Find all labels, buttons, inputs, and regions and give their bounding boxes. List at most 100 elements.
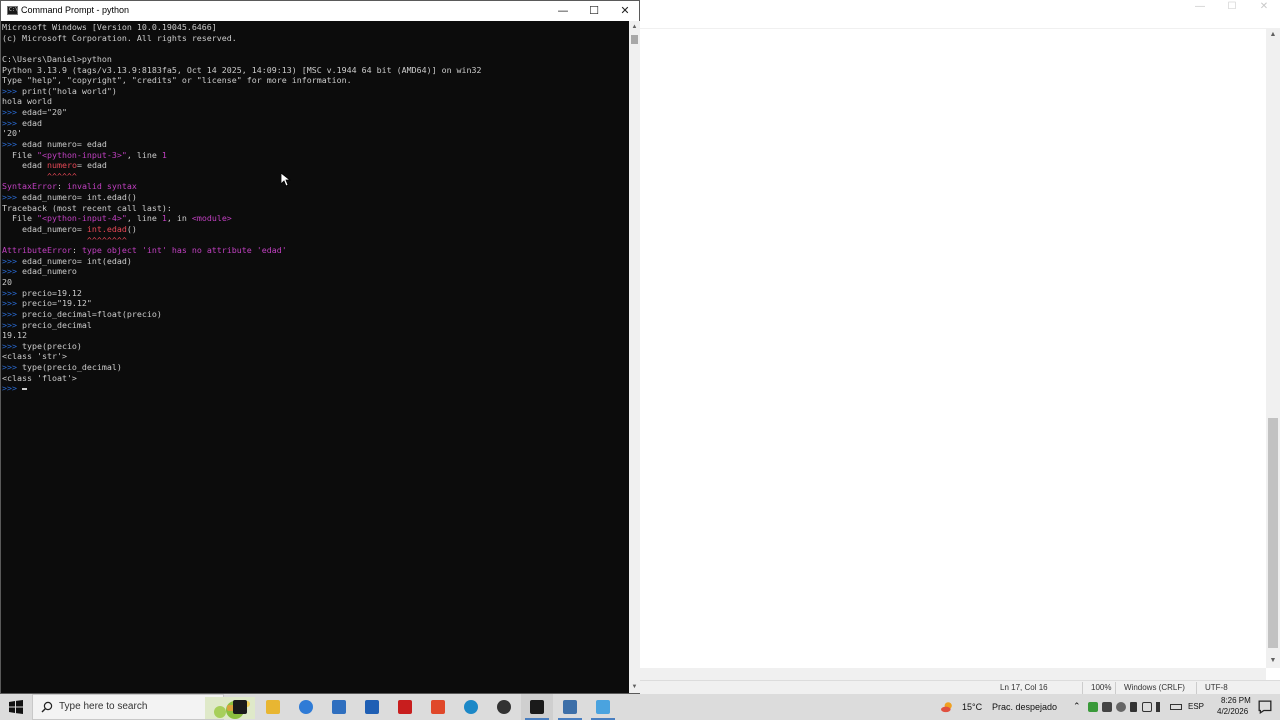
weather-temperature[interactable]: 15°C [962, 702, 982, 712]
line-ending: Windows (CRLF) [1124, 683, 1185, 692]
console-text: "<python-input-4>" [36, 213, 127, 224]
notepad-maximize-button[interactable]: ☐ [1216, 0, 1248, 16]
outlook-icon [365, 700, 379, 714]
cursor-position: Ln 17, Col 16 [1000, 683, 1048, 692]
notepad-text-area[interactable] [640, 30, 1270, 668]
console-input-line[interactable]: >>> [2, 383, 482, 394]
console-lines: Microsoft Windows [Version 10.0.19045.64… [2, 22, 482, 394]
console-output[interactable]: Microsoft Windows [Version 10.0.19045.64… [1, 21, 629, 693]
prompt-marker: >>> [2, 308, 22, 319]
console-text: File [2, 213, 37, 224]
scroll-up-arrow-icon[interactable]: ▲ [629, 21, 640, 33]
console-text: edad_numero= [2, 223, 87, 234]
console-text: (c) Microsoft Corporation. All rights re… [2, 32, 237, 43]
tray-app-icon[interactable] [1088, 702, 1098, 712]
console-text: Python 3.13.9 (tags/v3.13.9:8183fa5, Oct… [2, 64, 482, 75]
maximize-button[interactable]: ☐ [578, 1, 610, 21]
taskbar-app-button[interactable] [488, 694, 520, 720]
console-line: >>> edad numero= edad [2, 139, 482, 150]
console-line: >>> edad [2, 118, 482, 129]
command-prompt-window[interactable]: C:\ Command Prompt - python — ☐ ✕ Micros… [0, 0, 640, 694]
console-text: invalid syntax [66, 181, 137, 192]
console-text: 19.12 [2, 330, 27, 341]
brave-icon [431, 700, 445, 714]
taskbar-app-button[interactable] [554, 694, 586, 720]
show-hidden-icons-chevron-icon[interactable]: ⌃ [1073, 701, 1081, 712]
network-icon[interactable] [1142, 702, 1152, 712]
tray-app-icon[interactable] [1102, 702, 1112, 712]
clock-time[interactable]: 8:26 PM [1221, 696, 1251, 705]
console-line: Microsoft Windows [Version 10.0.19045.64… [2, 22, 482, 33]
scroll-down-arrow-icon[interactable]: ▼ [629, 681, 640, 693]
volume-icon[interactable] [1156, 702, 1166, 712]
taskbar-app-button[interactable] [224, 694, 256, 720]
battery-icon[interactable] [1170, 704, 1182, 710]
prompt-marker: >>> [2, 85, 22, 96]
scroll-up-arrow-icon[interactable]: ▲ [1266, 28, 1280, 42]
taskbar-app-button[interactable] [290, 694, 322, 720]
language-indicator[interactable]: ESP [1188, 702, 1204, 711]
console-scroll-thumb[interactable] [631, 35, 638, 44]
console-line: >>> precio="19.12" [2, 298, 482, 309]
desktop: — ☐ ✕ ▲ ▼ Ln 17, Col 16 100% Windows (CR… [0, 0, 1280, 720]
prompt-marker: >>> [2, 340, 22, 351]
microphone-icon[interactable] [1130, 702, 1137, 712]
scroll-down-arrow-icon[interactable]: ▼ [1266, 654, 1280, 668]
system-tray: 15°C Prac. despejado ⌃ ESP 8:26 PM 4/2/2… [940, 694, 1280, 720]
notepad-icon [596, 700, 610, 714]
console-text: AttributeError [2, 245, 72, 256]
console-text: edad [21, 117, 42, 128]
prompt-marker: >>> [2, 383, 22, 394]
taskbar-app-button[interactable] [521, 694, 553, 720]
command-prompt-icon: C:\ [7, 6, 19, 15]
console-text: edad_numero [21, 266, 77, 277]
prompt-marker: >>> [2, 255, 22, 266]
taskbar-app-button[interactable] [389, 694, 421, 720]
taskbar-app-button[interactable] [356, 694, 388, 720]
console-line: Python 3.13.9 (tags/v3.13.9:8183fa5, Oct… [2, 65, 482, 76]
notepad-title-buttons: — ☐ ✕ [1184, 0, 1280, 16]
notepad-horizontal-scrollbar[interactable] [638, 668, 1266, 680]
close-button[interactable]: ✕ [609, 1, 641, 21]
notepad-close-button[interactable]: ✕ [1248, 0, 1280, 16]
weather-description[interactable]: Prac. despejado [992, 702, 1057, 712]
minimize-button[interactable]: — [547, 1, 579, 21]
start-button[interactable] [0, 694, 32, 720]
console-text: ^^^^^^ [2, 170, 77, 181]
terminal-icon [530, 700, 544, 714]
console-line: '20' [2, 128, 482, 139]
console-text: edad="20" [21, 107, 67, 117]
clock-date[interactable]: 4/2/2026 [1217, 707, 1248, 716]
notification-center-icon[interactable] [1258, 700, 1272, 714]
console-text: File [2, 149, 37, 160]
console-line: SyntaxError: invalid syntax [2, 181, 482, 192]
notepad-scroll-thumb[interactable] [1268, 418, 1278, 648]
taskbar-search-box[interactable]: Type here to search [32, 694, 255, 720]
console-text: print("hola world") [21, 85, 117, 96]
console-line: >>> edad_numero= int(edad) [2, 256, 482, 267]
console-scrollbar[interactable]: ▲ ▼ [629, 21, 640, 693]
console-line: >>> type(precio_decimal) [2, 362, 482, 373]
notepad-menu-divider [638, 28, 1272, 29]
taskbar-app-button[interactable] [323, 694, 355, 720]
console-title-bar[interactable]: C:\ Command Prompt - python — ☐ ✕ [1, 1, 639, 21]
taskbar-app-button[interactable] [422, 694, 454, 720]
prompt-marker: >>> [2, 266, 22, 277]
console-text: ^^^^^^^^ [2, 234, 127, 245]
prompt-marker: >>> [2, 319, 22, 330]
console-text: , in [166, 213, 192, 224]
notepad-window[interactable]: — ☐ ✕ ▲ ▼ Ln 17, Col 16 100% Windows (CR… [638, 0, 1280, 694]
console-line: >>> precio_decimal=float(precio) [2, 309, 482, 320]
console-text: <class 'float'> [2, 372, 77, 383]
console-text: () [126, 223, 137, 234]
taskbar-app-button[interactable] [587, 694, 619, 720]
console-line: >>> edad="20" [2, 107, 482, 118]
taskbar-app-button[interactable] [455, 694, 487, 720]
notepad-minimize-button[interactable]: — [1184, 0, 1216, 16]
tray-app-icon[interactable] [1116, 702, 1126, 712]
prompt-marker: >>> [2, 117, 22, 128]
edge-icon [464, 700, 478, 714]
notepad-vertical-scrollbar[interactable]: ▲ ▼ [1266, 28, 1280, 668]
taskbar-app-button[interactable] [257, 694, 289, 720]
console-text: type(precio_decimal) [21, 362, 122, 372]
